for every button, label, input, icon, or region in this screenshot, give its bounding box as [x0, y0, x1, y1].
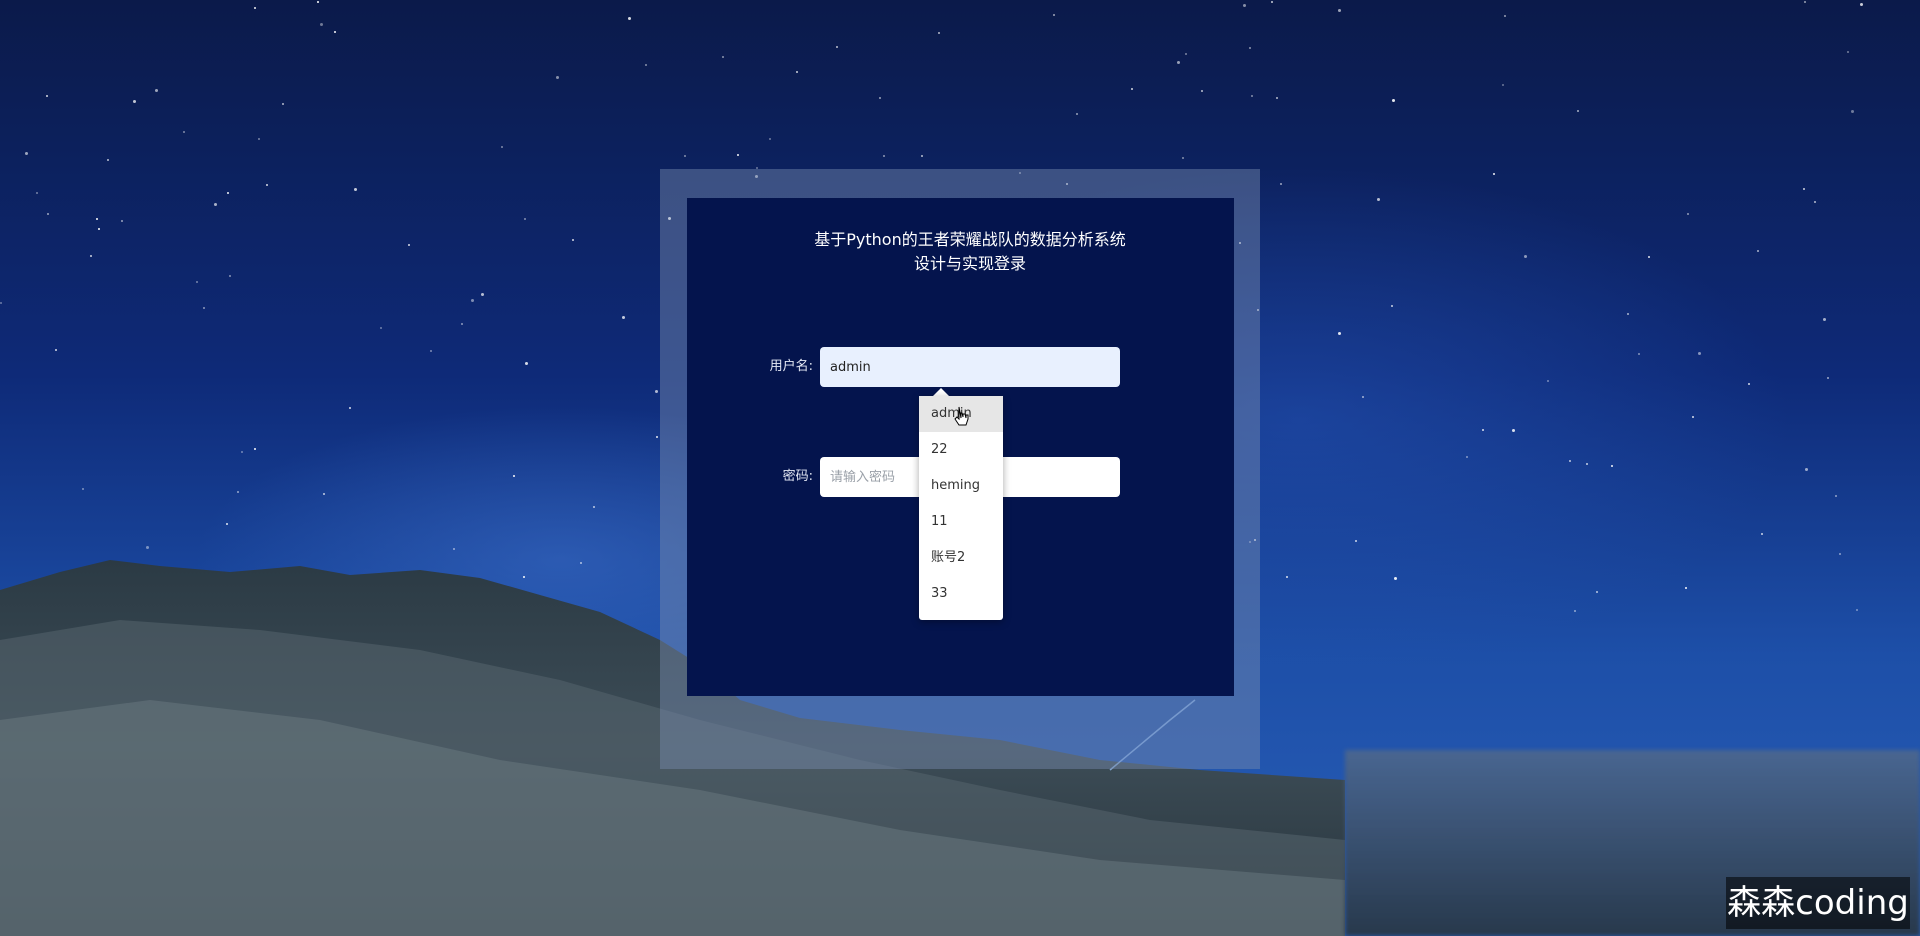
password-label: 密码:: [782, 469, 813, 484]
autocomplete-option[interactable]: 11: [919, 504, 1003, 540]
autocomplete-option[interactable]: 账号2: [919, 540, 1003, 576]
autocomplete-option[interactable]: heming: [919, 468, 1003, 504]
autocomplete-option[interactable]: 22: [919, 432, 1003, 468]
username-label: 用户名:: [769, 359, 813, 374]
watermark: 森森coding: [1726, 877, 1910, 929]
username-autocomplete-dropdown: admin 22 heming 11 账号2 33: [919, 396, 1003, 620]
autocomplete-option[interactable]: 33: [919, 576, 1003, 612]
mouse-pointer-icon: [954, 406, 969, 426]
page-title: 基于Python的王者荣耀战队的数据分析系统设计与实现登录: [814, 230, 1126, 273]
dropdown-arrow: [933, 388, 949, 396]
username-input[interactable]: [820, 347, 1120, 387]
